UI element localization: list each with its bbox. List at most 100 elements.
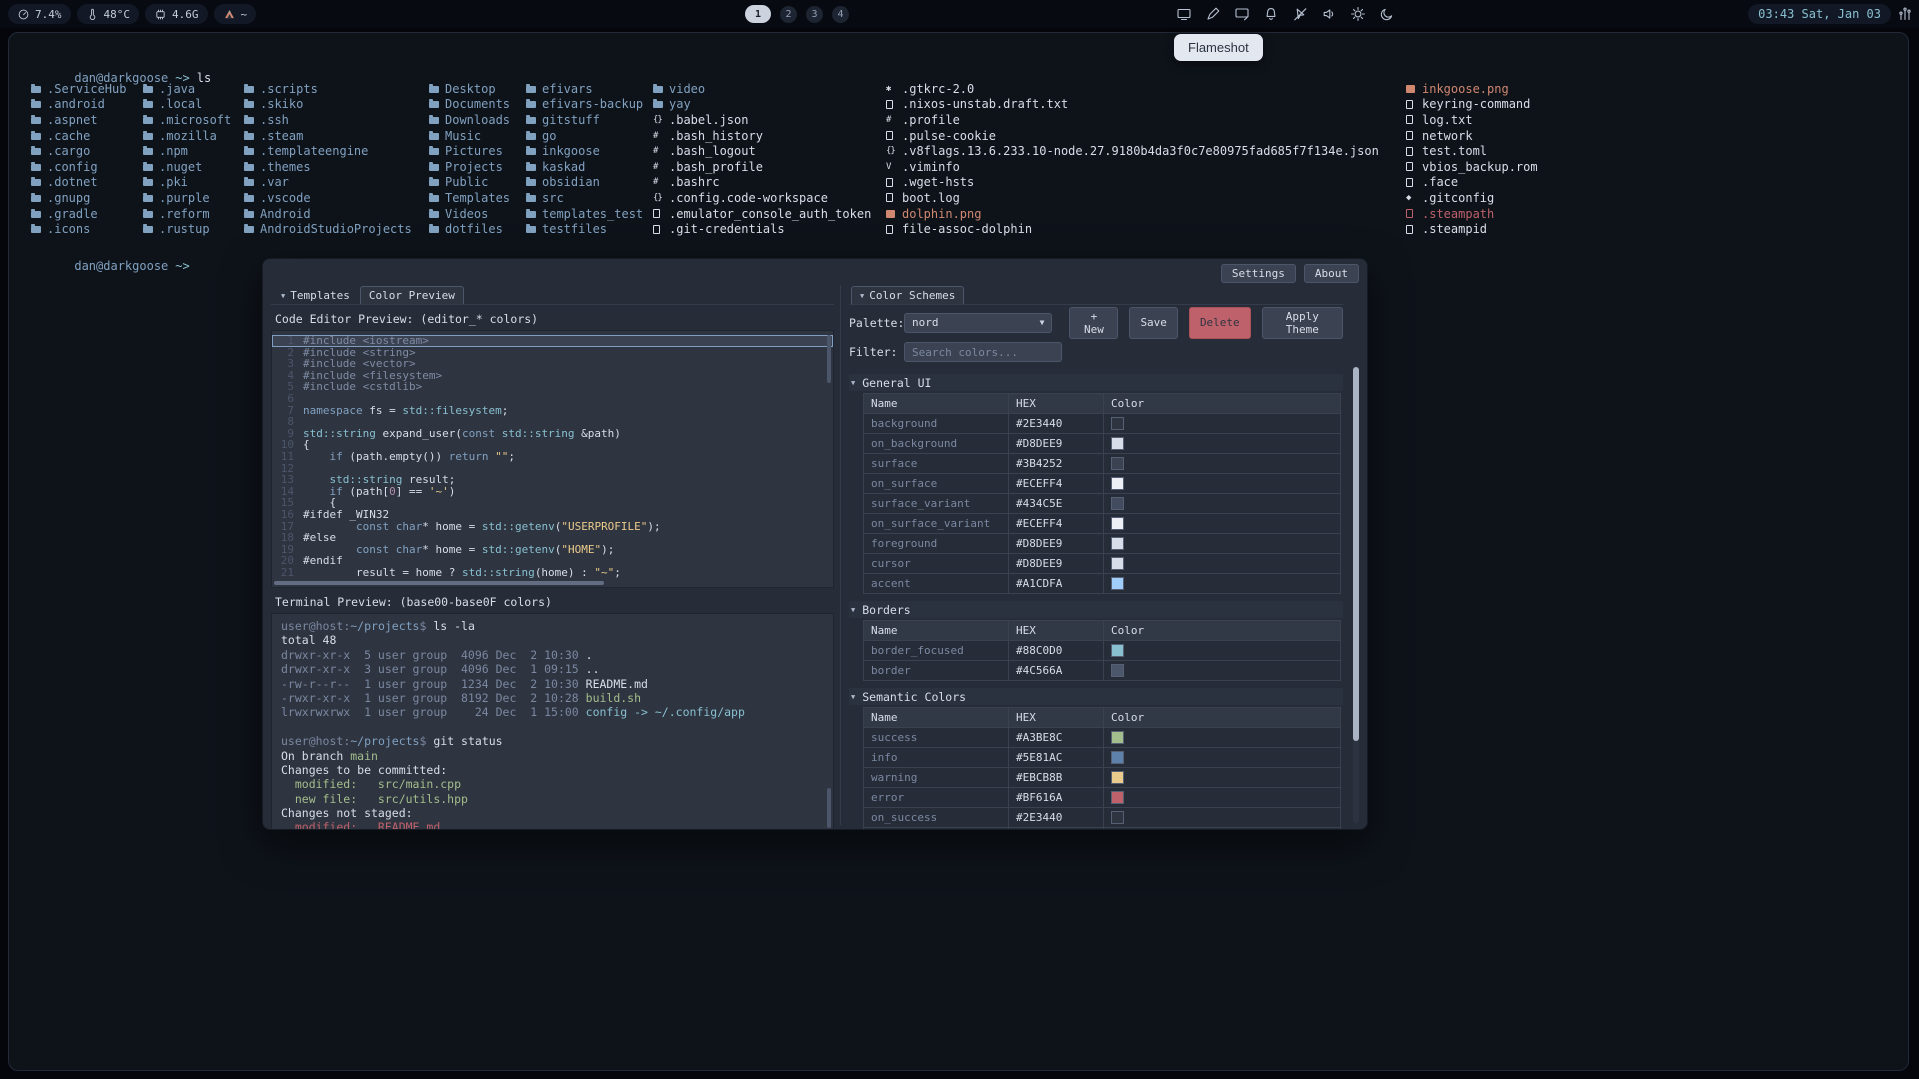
color-row[interactable]: on_surface_variant#ECEFF4 <box>864 514 1341 534</box>
code-vertical-scrollbar[interactable] <box>827 335 831 383</box>
terminal-scrollbar[interactable] <box>827 788 831 828</box>
tab-templates[interactable]: ▼Templates <box>273 287 358 304</box>
color-row[interactable]: foreground#D8DEE9 <box>864 534 1341 554</box>
scrollbar-thumb[interactable] <box>1353 367 1359 741</box>
color-swatch[interactable] <box>1111 477 1124 490</box>
code-lines: 1#include <iostream>2#include <string>3#… <box>272 335 833 578</box>
section-header[interactable]: ▼Borders <box>849 601 1343 618</box>
color-name: on_success <box>864 808 1009 828</box>
pointer-slash-icon[interactable] <box>1292 6 1308 22</box>
applytheme-button[interactable]: Apply Theme <box>1262 307 1343 339</box>
folder-icon <box>653 85 669 93</box>
color-swatch[interactable] <box>1111 537 1124 550</box>
new-button[interactable]: + New <box>1069 307 1118 339</box>
color-row[interactable]: surface#3B4252 <box>864 454 1341 474</box>
file-name: .bash_history <box>669 129 763 143</box>
file-icon <box>886 193 902 202</box>
folder-icon <box>31 116 47 124</box>
volume-icon[interactable] <box>1321 6 1337 22</box>
workspace-3[interactable]: 3 <box>806 6 823 23</box>
clock[interactable]: 03:43 Sat, Jan 03 <box>1748 4 1891 24</box>
color-row[interactable]: info#5E81AC <box>864 748 1341 768</box>
terminal-line: drwxr-xr-x 5 user group 4096 Dec 2 10:30… <box>281 648 833 662</box>
status-value: 7.4% <box>35 8 62 21</box>
color-row[interactable]: warning#EBCB8B <box>864 768 1341 788</box>
bell-icon[interactable] <box>1263 6 1279 22</box>
color-cell <box>1104 661 1341 681</box>
color-swatch[interactable] <box>1111 557 1124 570</box>
color-swatch[interactable] <box>1111 751 1124 764</box>
color-swatch[interactable] <box>1111 811 1124 824</box>
color-row[interactable]: background#2E3440 <box>864 414 1341 434</box>
color-swatch[interactable] <box>1111 517 1124 530</box>
color-row[interactable]: on_surface#ECEFF4 <box>864 474 1341 494</box>
color-swatch[interactable] <box>1111 731 1124 744</box>
color-swatch[interactable] <box>1111 771 1124 784</box>
file-name: .icons <box>47 222 90 236</box>
color-search-input[interactable] <box>904 342 1062 362</box>
code-horizontal-scrollbar[interactable] <box>274 581 604 585</box>
pen-icon[interactable] <box>1205 6 1221 22</box>
color-hex: #4C566A <box>1009 661 1104 681</box>
tab-color-schemes[interactable]: ▼ Color Schemes <box>851 286 964 304</box>
file-entry: AndroidStudioProjects <box>244 221 429 237</box>
folder-icon <box>429 100 445 108</box>
levels-icon[interactable] <box>1897 6 1913 22</box>
color-row[interactable]: border#4C566A <box>864 661 1341 681</box>
color-swatch[interactable] <box>1111 577 1124 590</box>
color-row[interactable]: on_info#2E3440 <box>864 828 1341 831</box>
color-swatch[interactable] <box>1111 437 1124 450</box>
palette-buttons: + New Save Delete Apply Theme <box>1069 307 1343 339</box>
file-entry: obsidian <box>526 175 653 191</box>
workspace-2[interactable]: 2 <box>780 6 797 23</box>
preview-pane: ▼TemplatesColor Preview Code Editor Prev… <box>269 285 841 825</box>
color-swatch[interactable] <box>1111 497 1124 510</box>
delete-button[interactable]: Delete <box>1189 307 1251 339</box>
terminal-line: -rw-r--r-- 1 user group 1234 Dec 2 10:30… <box>281 677 833 691</box>
file-name: .reform <box>159 207 210 221</box>
workspace-1[interactable]: 1 <box>745 5 771 23</box>
palette-value: nord <box>912 316 939 329</box>
settings-button[interactable]: Settings <box>1221 264 1296 283</box>
color-swatch[interactable] <box>1111 457 1124 470</box>
shell-icon: # <box>653 146 669 156</box>
palette-label: Palette: <box>849 316 904 330</box>
color-swatch[interactable] <box>1111 791 1124 804</box>
color-row[interactable]: cursor#D8DEE9 <box>864 554 1341 574</box>
image-icon <box>886 210 902 218</box>
color-swatch[interactable] <box>1111 644 1124 657</box>
folder-icon <box>429 147 445 155</box>
status-pill: 4.6G <box>145 4 208 24</box>
file-icon <box>1406 100 1422 109</box>
brightness-icon[interactable] <box>1350 6 1366 22</box>
folder-icon <box>244 163 260 171</box>
color-row[interactable]: accent#A1CDFA <box>864 574 1341 594</box>
color-row[interactable]: success#A3BE8C <box>864 728 1341 748</box>
column-header: Color <box>1104 708 1341 728</box>
file-entry: .config <box>31 159 143 175</box>
file-entry: go <box>526 128 653 144</box>
tab-color-preview[interactable]: Color Preview <box>360 286 464 304</box>
folder-icon <box>143 100 159 108</box>
about-button[interactable]: About <box>1304 264 1359 283</box>
color-swatch[interactable] <box>1111 417 1124 430</box>
section-header[interactable]: ▼General UI <box>849 374 1343 391</box>
color-row[interactable]: on_success#2E3440 <box>864 808 1341 828</box>
color-swatch[interactable] <box>1111 664 1124 677</box>
pane-scrollbar[interactable] <box>1353 367 1359 823</box>
file-entry: #.bash_logout <box>653 143 886 159</box>
color-row[interactable]: error#BF616A <box>864 788 1341 808</box>
color-row[interactable]: border_focused#88C0D0 <box>864 641 1341 661</box>
color-row[interactable]: surface_variant#434C5E <box>864 494 1341 514</box>
color-cell <box>1104 768 1341 788</box>
night-light-icon[interactable] <box>1379 6 1395 22</box>
workspace-4[interactable]: 4 <box>832 6 849 23</box>
color-row[interactable]: on_background#D8DEE9 <box>864 434 1341 454</box>
json-icon: {} <box>653 193 669 203</box>
screencast-icon[interactable] <box>1176 6 1192 22</box>
tablet-icon[interactable] <box>1234 6 1250 22</box>
save-button[interactable]: Save <box>1129 307 1178 339</box>
palette-dropdown[interactable]: nord ▼ <box>904 313 1052 333</box>
section-header[interactable]: ▼Semantic Colors <box>849 688 1343 705</box>
file-entry: .dotnet <box>31 175 143 191</box>
